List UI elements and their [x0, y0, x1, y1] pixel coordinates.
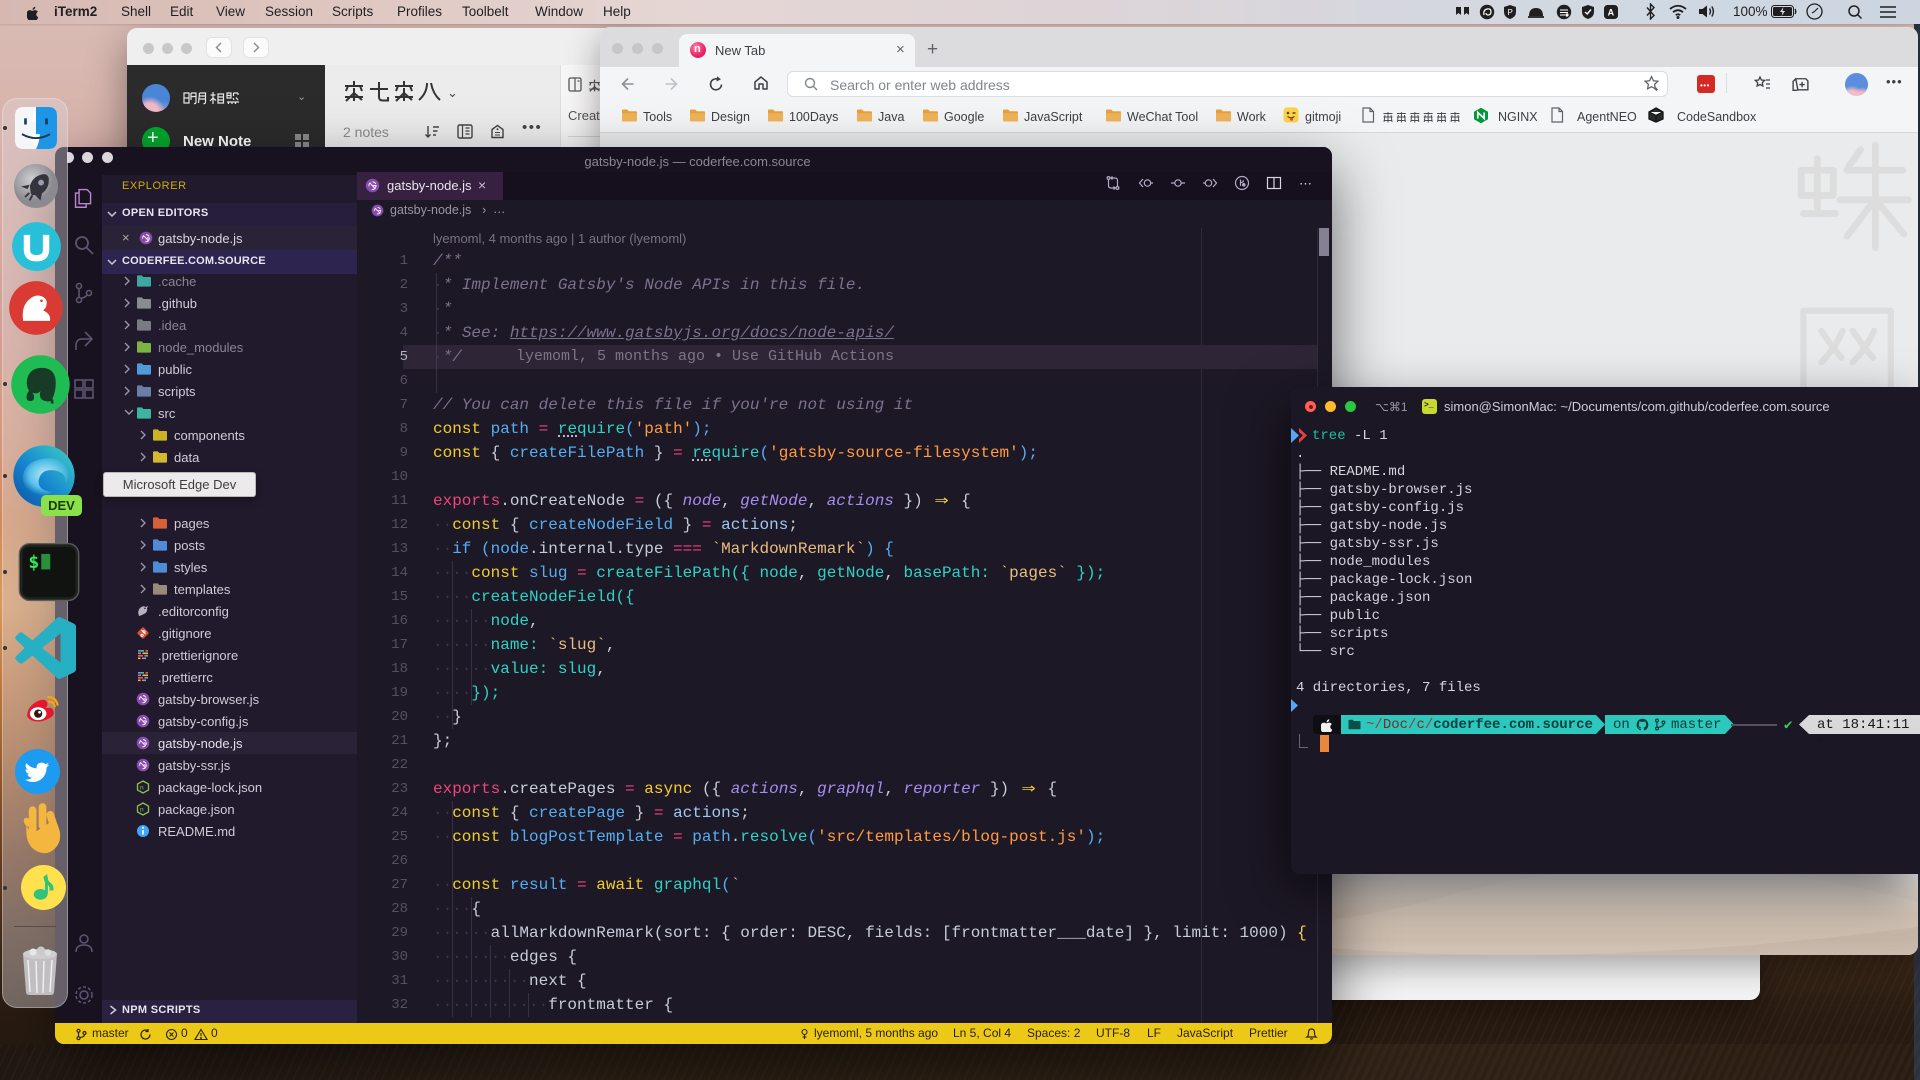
svg-text:n: n: [140, 807, 144, 814]
svg-text:A: A: [1608, 8, 1615, 18]
svg-text:P: P: [1508, 8, 1513, 17]
svg-text:$: $: [28, 552, 39, 573]
svg-text:n: n: [140, 785, 144, 792]
